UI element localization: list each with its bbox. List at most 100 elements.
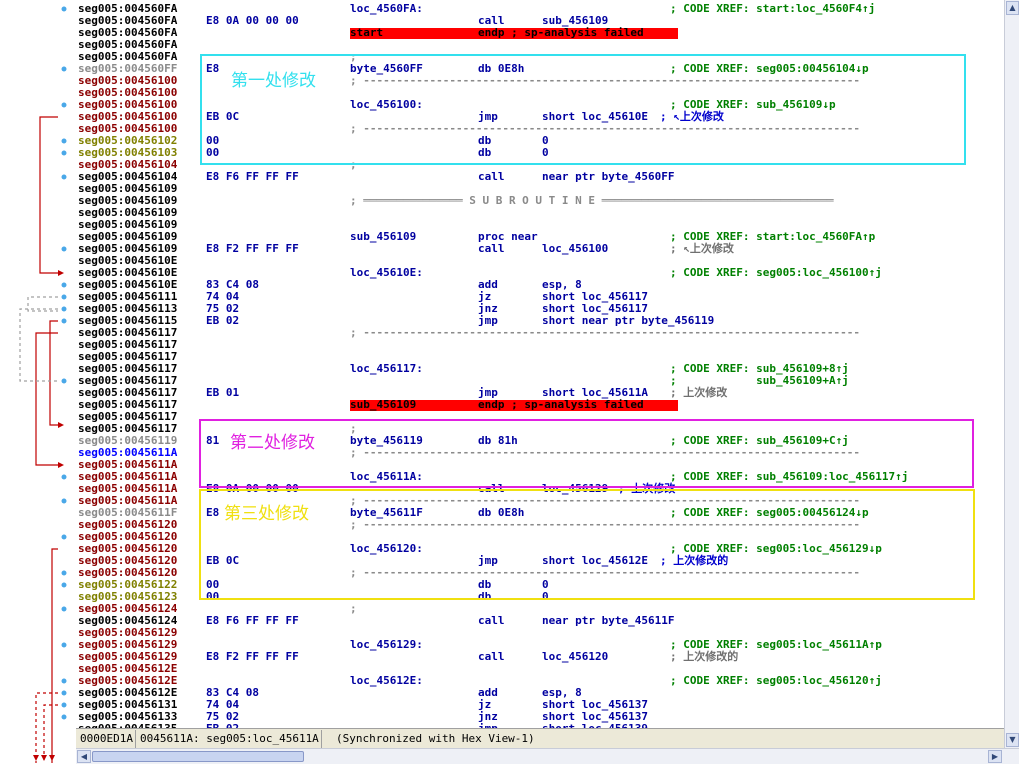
- jz-dashed-arrow-2: [35, 692, 58, 763]
- jump-arrow-byte-456119: [49, 320, 58, 426]
- scroll-down-icon[interactable]: ▼: [1006, 733, 1019, 747]
- line-dot-icon: [61, 702, 67, 708]
- arrow-head-icon: [58, 422, 64, 428]
- listing-row[interactable]: seg005:00456117 loc_456117:; CODE XREF: s…: [76, 363, 1004, 375]
- code-label: loc_456117:: [350, 362, 423, 375]
- listing-row[interactable]: seg005:00456104 E8 F6 FF FF FF call near pt…: [76, 171, 1004, 183]
- listing-row[interactable]: seg005:00456129 E8 F2 FF FF FF call loc_456…: [76, 651, 1004, 663]
- listing-row[interactable]: seg005:00456109: [76, 207, 1004, 219]
- code-label: loc_45612E:: [350, 674, 423, 687]
- user-comment: ; 上次修改的: [670, 650, 739, 663]
- listing-row[interactable]: seg005:00456109 E8 F2 FF FF FF call loc_456…: [76, 243, 1004, 255]
- scroll-up-icon[interactable]: ▲: [1006, 1, 1019, 15]
- listing-row[interactable]: seg005:00456124 E8 F6 FF FF FF call near pt…: [76, 615, 1004, 627]
- line-dot-icon: [61, 294, 67, 300]
- arrow-head-icon: [49, 755, 55, 761]
- mnemonic: call: [478, 614, 505, 627]
- line-dot-icon: [61, 174, 67, 180]
- separator: ; --------------------------------------…: [350, 326, 860, 339]
- listing-row[interactable]: seg005:00456109; ═══════════════ S U B R…: [76, 195, 1004, 207]
- arrow-head-icon: [58, 270, 64, 276]
- disassembly-listing[interactable]: seg005:004560FA loc_4560FA: ; CODE XREF: s…: [76, 0, 1004, 728]
- arrow-head-icon: [41, 755, 47, 761]
- opcode-bytes: E8 F2 FF FF FF: [206, 650, 299, 663]
- sync-status: (Synchronized with Hex View-1): [336, 732, 535, 745]
- jnz-dashed-arrow-2: [43, 704, 58, 763]
- arrow-head-icon: [58, 462, 64, 468]
- line-dot-icon: [61, 66, 67, 72]
- opcode-bytes: E8 F2 FF FF FF: [206, 242, 299, 255]
- listing-row[interactable]: seg005:004560FA: [76, 39, 1004, 51]
- separator: ;: [350, 602, 357, 615]
- xref-comment: ; CODE XREF: seg005:loc_456100↑j: [670, 266, 882, 279]
- line-dot-icon: [61, 6, 67, 12]
- line-dot-icon: [61, 498, 67, 504]
- opcode-bytes: E8 F6 FF FF FF: [206, 614, 299, 627]
- jump-arrow-loc-45611A: [35, 332, 58, 466]
- separator: ; ═══════════════ S U B R O U T I N E ══…: [350, 194, 834, 207]
- listing-row[interactable]: seg005:00456117: [76, 351, 1004, 363]
- line-dot-icon: [61, 246, 67, 252]
- scroll-left-icon[interactable]: ◀: [77, 750, 91, 763]
- line-dot-icon: [61, 138, 67, 144]
- line-dot-icon: [61, 306, 67, 312]
- line-dot-icon: [61, 378, 67, 384]
- file-offset: 0000ED1A: [78, 730, 136, 748]
- operand: loc_456100: [542, 242, 609, 255]
- opcode-bytes: EB 01: [206, 386, 240, 399]
- listing-row[interactable]: seg005:004560FA start endp ; sp-analysis f…: [76, 27, 1004, 39]
- code-label: loc_45610E:: [350, 266, 423, 279]
- code-label: start: [350, 26, 384, 39]
- line-dot-icon: [61, 474, 67, 480]
- listing-row[interactable]: seg005:00456117 sub_456109 endp ; sp-analy…: [76, 399, 1004, 411]
- line-dot-icon: [61, 570, 67, 576]
- line-dot-icon: [61, 534, 67, 540]
- code-label: loc_4560FA:: [350, 2, 423, 15]
- jump-arrow-loc-45610E: [39, 116, 58, 274]
- modification-note-2: 第二处修改: [230, 433, 315, 453]
- opcode-bytes: E8 F6 FF FF FF: [206, 170, 299, 183]
- operand: near ptr byte_45611F: [542, 614, 675, 627]
- modification-box-2: [199, 419, 974, 488]
- operand: loc_456120: [542, 650, 609, 663]
- line-dot-icon: [61, 582, 67, 588]
- line-dot-icon: [61, 714, 67, 720]
- mnemonic: call: [478, 650, 505, 663]
- listing-row[interactable]: seg005:00456117; -----------------------…: [76, 327, 1004, 339]
- line-dot-icon: [61, 690, 67, 696]
- jnz-dashed-arrow: [19, 308, 58, 382]
- line-dot-icon: [61, 282, 67, 288]
- mnemonic: endp ; sp-analysis failed: [478, 26, 644, 39]
- vertical-scrollbar[interactable]: ▲ ▼: [1004, 0, 1019, 748]
- line-dot-icon: [61, 606, 67, 612]
- arrow-head-icon: [33, 755, 39, 761]
- line-dot-icon: [61, 642, 67, 648]
- scroll-thumb[interactable]: [92, 751, 304, 762]
- xref-comment: ; CODE XREF: start:loc_4560F4↑j: [670, 2, 876, 15]
- modification-box-3: [199, 489, 975, 600]
- status-bar: 0000ED1A 0045611A: seg005:loc_45611A (Sy…: [76, 728, 1004, 749]
- scroll-right-icon[interactable]: ▶: [988, 750, 1002, 763]
- modification-note-3: 第三处修改: [224, 504, 309, 524]
- jump-arrow-loc-45612E: [51, 548, 58, 763]
- cursor-location: 0045611A: seg005:loc_45611A: [138, 730, 322, 748]
- user-comment: ; 上次修改: [670, 386, 728, 399]
- line-dot-icon: [61, 102, 67, 108]
- user-comment: ; ↖上次修改: [670, 242, 734, 255]
- code-label: sub_456109: [350, 230, 417, 243]
- modification-note-1: 第一处修改: [231, 71, 316, 91]
- operand: near ptr byte_4560FF: [542, 170, 675, 183]
- opcode-bytes: E8 0A 00 00 00: [206, 14, 299, 27]
- listing-row[interactable]: seg005:00456117: [76, 339, 1004, 351]
- line-dot-icon: [61, 150, 67, 156]
- arrows-gutter: [0, 0, 76, 763]
- mnemonic: call: [478, 242, 505, 255]
- mnemonic: call: [478, 170, 505, 183]
- mnemonic: endp ; sp-analysis failed: [478, 398, 644, 411]
- line-dot-icon: [61, 678, 67, 684]
- xref-comment: ; CODE XREF: seg005:loc_456120↑j: [670, 674, 882, 687]
- code-label: loc_456129:: [350, 638, 423, 651]
- horizontal-scrollbar[interactable]: ◀ ▶: [76, 748, 1019, 764]
- opcode-bytes: EB 02: [206, 314, 240, 327]
- code-label: sub_456109: [350, 398, 417, 411]
